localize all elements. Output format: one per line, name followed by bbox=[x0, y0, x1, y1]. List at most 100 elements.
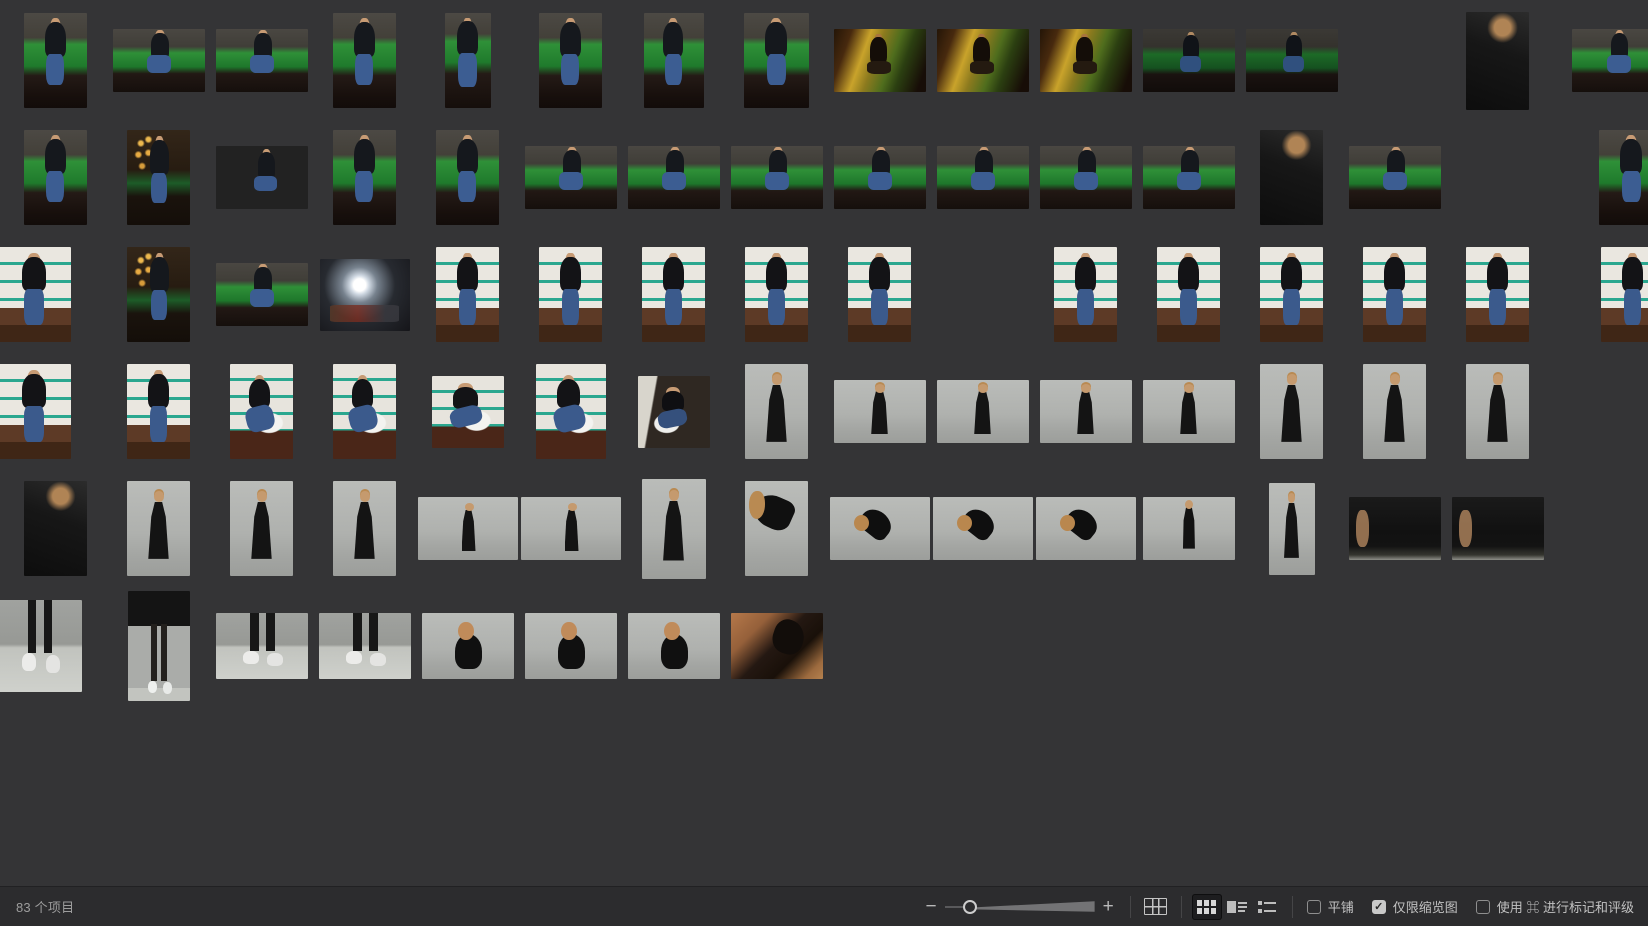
photo-thumbnail[interactable] bbox=[436, 130, 499, 225]
photo-thumbnail[interactable] bbox=[1143, 146, 1235, 209]
photo-thumbnail[interactable] bbox=[216, 613, 308, 679]
photo-thumbnail[interactable] bbox=[333, 364, 396, 459]
photo-thumbnail[interactable] bbox=[128, 591, 190, 701]
slider-wedge-track bbox=[967, 897, 1095, 917]
photo-thumbnail[interactable] bbox=[539, 247, 602, 342]
photo-thumbnail[interactable] bbox=[445, 13, 491, 108]
photo-thumbnail[interactable] bbox=[937, 146, 1029, 209]
photo-thumbnail[interactable] bbox=[638, 376, 710, 448]
photo-thumbnail[interactable] bbox=[731, 613, 823, 679]
table-grid-icon bbox=[1144, 898, 1167, 915]
photo-thumbnail[interactable] bbox=[937, 380, 1029, 443]
photo-thumbnail[interactable] bbox=[24, 481, 87, 576]
photo-thumbnail[interactable] bbox=[937, 29, 1029, 92]
photo-thumbnail[interactable] bbox=[333, 481, 396, 576]
photo-thumbnail[interactable] bbox=[1246, 29, 1338, 92]
zoom-out-button[interactable]: − bbox=[920, 895, 943, 918]
photo-thumbnail[interactable] bbox=[539, 13, 602, 108]
thumbnail-grid-view-button[interactable] bbox=[1192, 894, 1222, 920]
photo-thumbnail[interactable] bbox=[1452, 497, 1544, 560]
photo-thumbnail[interactable] bbox=[848, 247, 911, 342]
photo-thumbnail[interactable] bbox=[1363, 364, 1426, 459]
photo-thumbnail[interactable] bbox=[744, 13, 809, 108]
photo-thumbnail[interactable] bbox=[830, 497, 930, 560]
photo-thumbnail[interactable] bbox=[422, 613, 514, 679]
photo-thumbnail[interactable] bbox=[745, 247, 808, 342]
photo-thumbnail[interactable] bbox=[230, 481, 293, 576]
photo-thumbnail[interactable] bbox=[333, 130, 396, 225]
photo-thumbnail[interactable] bbox=[1269, 483, 1315, 575]
slider-knob[interactable] bbox=[963, 900, 977, 914]
photo-thumbnail[interactable] bbox=[834, 380, 926, 443]
photo-thumbnail[interactable] bbox=[432, 376, 504, 448]
photo-thumbnail[interactable] bbox=[1601, 247, 1648, 342]
photo-thumbnail[interactable] bbox=[319, 613, 411, 679]
photo-thumbnail[interactable] bbox=[1260, 364, 1323, 459]
photo-thumbnail[interactable] bbox=[1143, 497, 1235, 560]
thumbnail-list-view-button[interactable] bbox=[1222, 894, 1252, 920]
photo-thumbnail[interactable] bbox=[1260, 247, 1323, 342]
photo-thumbnail[interactable] bbox=[436, 247, 499, 342]
photo-thumbnail[interactable] bbox=[525, 613, 617, 679]
photo-thumbnail[interactable] bbox=[834, 146, 926, 209]
photo-thumbnail[interactable] bbox=[1040, 146, 1132, 209]
photo-thumbnail[interactable] bbox=[745, 364, 808, 459]
photo-thumbnail[interactable] bbox=[0, 247, 71, 342]
photo-thumbnail[interactable] bbox=[333, 13, 396, 108]
photo-thumbnail[interactable] bbox=[1036, 497, 1136, 560]
photo-thumbnail[interactable] bbox=[216, 146, 308, 209]
photo-thumbnail[interactable] bbox=[113, 29, 205, 92]
photo-thumbnail[interactable] bbox=[628, 146, 720, 209]
toggle-cmd-rating[interactable]: 使用 ⌘ 进行标记和评级 bbox=[1476, 897, 1634, 916]
photo-thumbnail[interactable] bbox=[1157, 247, 1220, 342]
photo-thumbnail[interactable] bbox=[642, 479, 706, 579]
photo-thumbnail[interactable] bbox=[731, 146, 823, 209]
photo-thumbnail[interactable] bbox=[1466, 247, 1529, 342]
photo-thumbnail[interactable] bbox=[1466, 12, 1529, 110]
photo-thumbnail[interactable] bbox=[127, 481, 190, 576]
photo-thumbnail[interactable] bbox=[216, 29, 308, 92]
photo-thumbnail[interactable] bbox=[1054, 247, 1117, 342]
photo-thumbnail[interactable] bbox=[230, 364, 293, 459]
photo-thumbnail[interactable] bbox=[521, 497, 621, 560]
photo-thumbnail[interactable] bbox=[1349, 146, 1441, 209]
toggle-thumbnails-only[interactable]: 仅限缩览图 bbox=[1372, 897, 1458, 916]
toggle-tile[interactable]: 平铺 bbox=[1307, 897, 1354, 916]
photo-thumbnail[interactable] bbox=[933, 497, 1033, 560]
photo-thumbnail[interactable] bbox=[1349, 497, 1441, 560]
photo-thumbnail[interactable] bbox=[1143, 29, 1235, 92]
photo-thumbnail[interactable] bbox=[127, 247, 190, 342]
photo-thumbnail[interactable] bbox=[127, 130, 190, 225]
photo-thumbnail[interactable] bbox=[644, 13, 704, 108]
photo-thumbnail[interactable] bbox=[1466, 364, 1529, 459]
photo-thumbnail[interactable] bbox=[320, 259, 410, 331]
photo-thumbnail[interactable] bbox=[525, 146, 617, 209]
photo-thumbnail[interactable] bbox=[1572, 29, 1648, 92]
photo-thumbnail[interactable] bbox=[127, 364, 190, 459]
photo-thumbnail[interactable] bbox=[0, 364, 71, 459]
photo-thumbnail[interactable] bbox=[1143, 380, 1235, 443]
photo-thumbnail[interactable] bbox=[628, 613, 720, 679]
photo-thumbnail[interactable] bbox=[834, 29, 926, 92]
zoom-in-button[interactable]: + bbox=[1097, 895, 1120, 918]
photo-thumbnail[interactable] bbox=[24, 130, 87, 225]
photo-thumbnail[interactable] bbox=[1599, 130, 1648, 225]
photo-thumbnail[interactable] bbox=[1363, 247, 1426, 342]
checkbox-icon[interactable] bbox=[1476, 900, 1490, 914]
photo-thumbnail[interactable] bbox=[745, 481, 808, 576]
thumbnail-size-slider[interactable] bbox=[945, 897, 1095, 917]
photo-thumbnail[interactable] bbox=[1040, 29, 1132, 92]
photo-thumbnail[interactable] bbox=[24, 13, 87, 108]
checkbox-checked-icon[interactable] bbox=[1372, 900, 1386, 914]
compact-list-view-button[interactable] bbox=[1252, 894, 1282, 920]
photo-thumbnail[interactable] bbox=[216, 263, 308, 326]
photo-thumbnail[interactable] bbox=[536, 364, 606, 459]
checkbox-icon[interactable] bbox=[1307, 900, 1321, 914]
photo-thumbnail[interactable] bbox=[642, 247, 705, 342]
compact-list-icon bbox=[1258, 900, 1276, 914]
photo-thumbnail[interactable] bbox=[418, 497, 518, 560]
photo-thumbnail[interactable] bbox=[0, 600, 82, 692]
photo-thumbnail[interactable] bbox=[1040, 380, 1132, 443]
photo-thumbnail[interactable] bbox=[1260, 130, 1323, 225]
table-view-button[interactable] bbox=[1141, 894, 1171, 920]
